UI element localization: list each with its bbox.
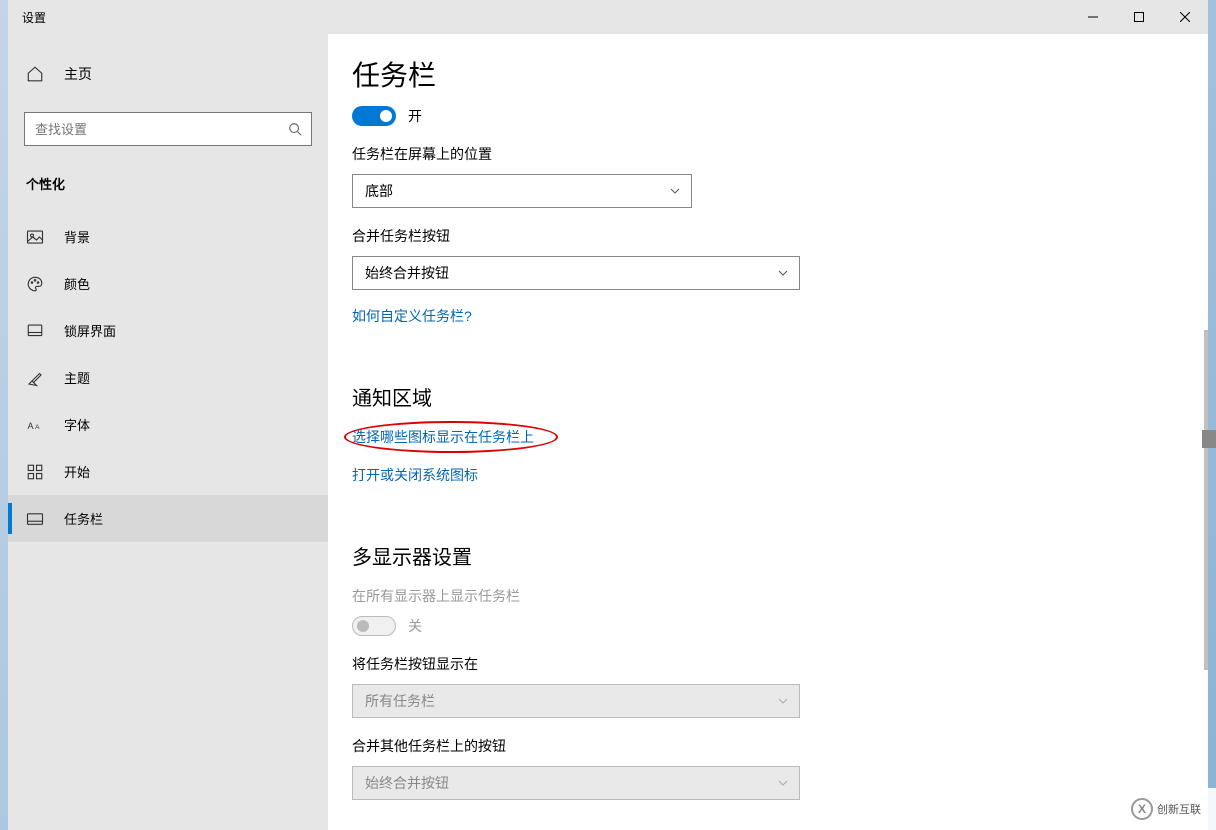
watermark-logo: X (1131, 798, 1153, 820)
lockscreen-icon (26, 322, 44, 340)
sidebar-item-label: 字体 (64, 415, 90, 434)
page-title: 任务栏 (352, 54, 1188, 94)
taskbar-toggle[interactable] (352, 106, 396, 126)
close-button[interactable] (1162, 0, 1208, 34)
sidebar-item-background[interactable]: 背景 (8, 213, 328, 260)
sidebar: 主页 个性化 背景 颜色 锁屏界面 (8, 34, 328, 830)
dropdown-value: 始终合并按钮 (365, 263, 449, 283)
chevron-down-icon (777, 267, 789, 279)
sidebar-item-label: 开始 (64, 462, 90, 481)
sidebar-item-label: 主题 (64, 368, 90, 387)
close-icon (1180, 12, 1190, 22)
brush-icon (26, 369, 44, 387)
window-title: 设置 (8, 9, 46, 26)
dropdown-value: 始终合并按钮 (365, 773, 449, 793)
sidebar-item-taskbar[interactable]: 任务栏 (8, 495, 328, 542)
sidebar-item-colors[interactable]: 颜色 (8, 260, 328, 307)
category-label: 个性化 (8, 162, 328, 203)
multi-show-label: 在所有显示器上显示任务栏 (352, 586, 1188, 606)
sidebar-item-label: 背景 (64, 227, 90, 246)
home-icon (26, 65, 44, 83)
sidebar-item-label: 颜色 (64, 274, 90, 293)
multi-buttons-dropdown: 所有任务栏 (352, 684, 800, 718)
home-button[interactable]: 主页 (8, 54, 328, 94)
search-input[interactable] (24, 112, 312, 146)
help-link[interactable]: 如何自定义任务栏? (352, 306, 472, 326)
scrollbar-thumb[interactable] (1202, 430, 1216, 448)
position-dropdown[interactable]: 底部 (352, 174, 692, 208)
sidebar-item-lockscreen[interactable]: 锁屏界面 (8, 307, 328, 354)
taskbar-icon (26, 510, 44, 528)
minimize-icon (1088, 12, 1098, 22)
combine-label: 合并任务栏按钮 (352, 226, 1188, 246)
svg-text:A: A (28, 420, 34, 430)
fonts-icon: AA (26, 416, 44, 434)
maximize-icon (1134, 12, 1144, 22)
multi-combine-dropdown: 始终合并按钮 (352, 766, 800, 800)
annotation-circle: 选择哪些图标显示在任务栏上 (352, 427, 534, 447)
select-icons-link[interactable]: 选择哪些图标显示在任务栏上 (352, 427, 534, 447)
multi-buttons-label: 将任务栏按钮显示在 (352, 654, 1188, 674)
watermark-text: 创新互联 (1157, 801, 1201, 817)
sidebar-item-label: 任务栏 (64, 509, 103, 528)
toggle-state-label: 关 (408, 616, 422, 636)
content-area: 任务栏 开 任务栏在屏幕上的位置 底部 合并任务栏按钮 始终合并按钮 如何自定义… (328, 34, 1208, 830)
palette-icon (26, 275, 44, 293)
settings-window: 设置 主页 个性化 (8, 0, 1208, 830)
titlebar: 设置 (8, 0, 1208, 34)
minimize-button[interactable] (1070, 0, 1116, 34)
notification-section-title: 通知区域 (352, 382, 1188, 411)
start-icon (26, 463, 44, 481)
toggle-state-label: 开 (408, 106, 422, 126)
sidebar-item-themes[interactable]: 主题 (8, 354, 328, 401)
multi-combine-label: 合并其他任务栏上的按钮 (352, 736, 1188, 756)
chevron-down-icon (669, 185, 681, 197)
chevron-down-icon (777, 695, 789, 707)
dropdown-value: 所有任务栏 (365, 691, 435, 711)
maximize-button[interactable] (1116, 0, 1162, 34)
system-icons-link[interactable]: 打开或关闭系统图标 (352, 465, 478, 485)
dropdown-value: 底部 (365, 181, 393, 201)
multi-display-section-title: 多显示器设置 (352, 541, 1188, 570)
svg-text:A: A (35, 423, 40, 430)
home-label: 主页 (64, 64, 92, 84)
search-icon (288, 122, 302, 136)
watermark: X 创新互联 (1116, 788, 1216, 830)
combine-dropdown[interactable]: 始终合并按钮 (352, 256, 800, 290)
sidebar-item-start[interactable]: 开始 (8, 448, 328, 495)
position-label: 任务栏在屏幕上的位置 (352, 144, 1188, 164)
scrollbar[interactable] (1204, 330, 1208, 670)
multi-display-toggle (352, 616, 396, 636)
chevron-down-icon (777, 777, 789, 789)
sidebar-item-label: 锁屏界面 (64, 321, 116, 340)
picture-icon (26, 228, 44, 246)
sidebar-item-fonts[interactable]: AA 字体 (8, 401, 328, 448)
